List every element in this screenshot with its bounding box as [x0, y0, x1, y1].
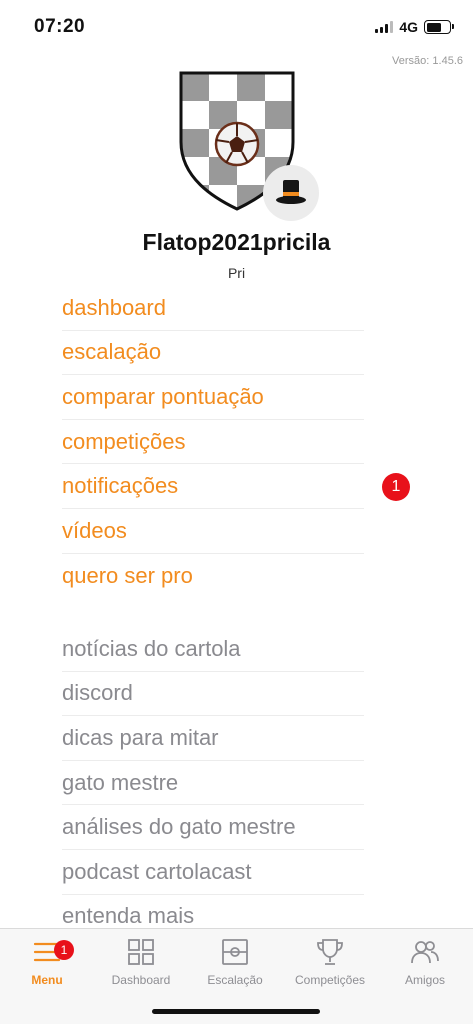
- menu-item-escalacao[interactable]: escalação: [62, 331, 364, 376]
- trophy-icon: [282, 935, 378, 969]
- soccer-field-icon: [188, 935, 282, 969]
- menu-item-analises[interactable]: análises do gato mestre: [62, 805, 364, 850]
- owner-name: Pri: [227, 265, 246, 281]
- tab-label: Competições: [294, 973, 366, 987]
- network-type: 4G: [399, 19, 418, 35]
- status-time: 07:20: [34, 16, 86, 37]
- menu-item-comparar-pontuacao[interactable]: comparar pontuação: [62, 375, 364, 420]
- menu-item-discord[interactable]: discord: [62, 672, 364, 717]
- tab-label: Escalação: [207, 973, 263, 987]
- menu-item-videos[interactable]: vídeos: [62, 509, 364, 554]
- battery-icon: [424, 20, 454, 34]
- tab-competicoes[interactable]: Competições: [282, 935, 378, 987]
- tab-label: Amigos: [404, 973, 445, 987]
- menu-item-competicoes[interactable]: competições: [62, 420, 364, 465]
- menu-item-dashboard[interactable]: dashboard: [62, 286, 364, 331]
- tab-menu-badge: 1: [54, 940, 74, 960]
- menu-item-gato-mestre[interactable]: gato mestre: [62, 761, 364, 806]
- tab-amigos[interactable]: Amigos: [378, 935, 472, 987]
- hamburger-menu-icon: [0, 935, 94, 969]
- primary-menu: dashboard escalação comparar pontuação c…: [62, 286, 364, 598]
- menu-item-dicas[interactable]: dicas para mitar: [62, 716, 364, 761]
- status-indicators: 4G: [375, 19, 454, 35]
- home-indicator: [152, 1009, 320, 1014]
- team-name: Flatop2021pricila: [142, 229, 331, 255]
- friends-icon: [378, 935, 472, 969]
- menu-item-quero-ser-pro[interactable]: quero ser pro: [62, 554, 364, 599]
- tab-label: Dashboard: [111, 973, 171, 987]
- app-version: Versão: 1.45.6: [392, 55, 463, 67]
- tab-label: Menu: [31, 973, 63, 987]
- secondary-menu: notícias do cartola discord dicas para m…: [62, 627, 364, 940]
- status-bar: 07:20 4G: [0, 0, 473, 56]
- tab-escalacao[interactable]: Escalação: [188, 935, 282, 987]
- tab-menu[interactable]: Menu 1: [0, 935, 94, 987]
- notifications-badge: 1: [382, 473, 410, 501]
- menu-item-notificacoes[interactable]: notificações: [62, 464, 364, 509]
- menu-item-noticias[interactable]: notícias do cartola: [62, 627, 364, 672]
- menu-item-podcast[interactable]: podcast cartolacast: [62, 850, 364, 895]
- signal-bars-icon: [375, 21, 394, 33]
- grid-icon: [94, 935, 188, 969]
- tab-dashboard[interactable]: Dashboard: [94, 935, 188, 987]
- top-hat-avatar-icon[interactable]: [263, 165, 319, 221]
